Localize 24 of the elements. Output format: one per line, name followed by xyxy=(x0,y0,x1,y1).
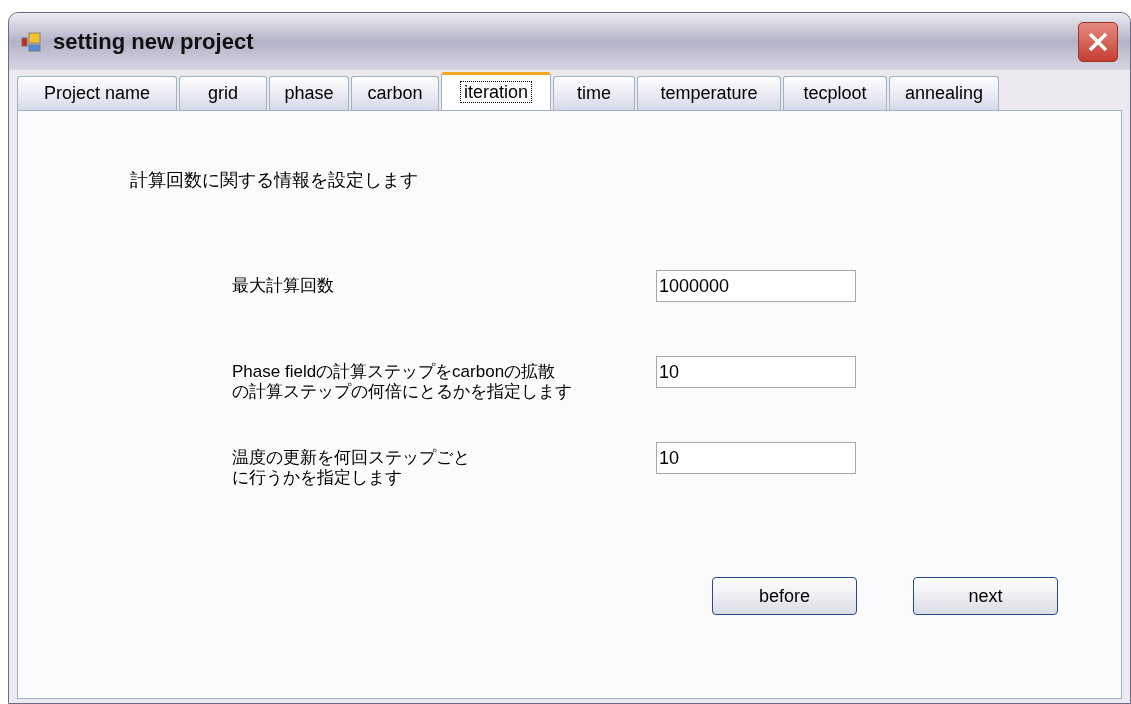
tab[interactable]: Project name xyxy=(17,76,177,110)
close-button[interactable] xyxy=(1078,21,1118,62)
field-label: の計算ステップの何倍にとるかを指定します xyxy=(232,382,572,402)
tab[interactable]: annealing xyxy=(889,76,999,110)
input-field[interactable]: 10 xyxy=(656,356,856,388)
before-button[interactable]: before xyxy=(712,577,857,615)
tab[interactable]: carbon xyxy=(351,76,439,110)
intro-text: 計算回数に関する情報を設定します xyxy=(130,169,419,192)
tab[interactable]: grid xyxy=(179,76,267,110)
close-icon xyxy=(1087,30,1109,53)
field-label: Phase fieldの計算ステップをcarbonの拡散 xyxy=(232,362,556,382)
tab[interactable]: temperature xyxy=(637,76,781,110)
field-label: に行うかを指定します xyxy=(232,468,402,488)
field-label: 温度の更新を何回ステップごと xyxy=(232,448,470,468)
input-field[interactable]: 1000000 xyxy=(656,270,856,302)
app-icon xyxy=(21,30,43,53)
tab[interactable]: time xyxy=(553,76,635,110)
tab[interactable]: iteration xyxy=(441,72,551,110)
tab[interactable]: tecploot xyxy=(783,76,887,110)
tab[interactable]: phase xyxy=(269,76,349,110)
window-title: setting new project xyxy=(53,28,254,56)
field-label: 最大計算回数 xyxy=(232,276,334,296)
next-button[interactable]: next xyxy=(913,577,1058,615)
input-field[interactable]: 10 xyxy=(656,442,856,474)
